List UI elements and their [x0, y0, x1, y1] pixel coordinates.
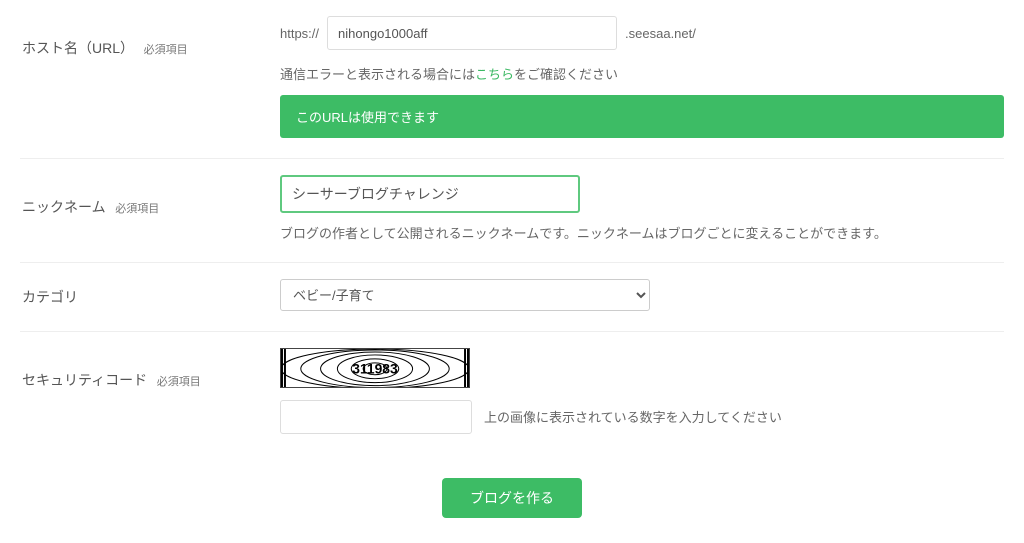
url-available-banner: このURLは使用できます — [280, 95, 1004, 138]
hostname-note: 通信エラーと表示される場合にはこちらをご確認ください — [280, 64, 1004, 83]
url-prefix: https:// — [280, 26, 319, 41]
captcha-image: 311983 — [280, 348, 470, 388]
hostname-input[interactable] — [327, 16, 617, 50]
required-badge: 必須項目 — [157, 376, 201, 388]
security-label: セキュリティコード 必須項目 — [20, 348, 280, 390]
nickname-input[interactable] — [280, 175, 580, 213]
svg-text:311983: 311983 — [352, 361, 398, 377]
security-code-input[interactable] — [280, 400, 472, 434]
required-badge: 必須項目 — [144, 44, 188, 56]
url-suffix: .seesaa.net/ — [625, 26, 696, 41]
nickname-help: ブログの作者として公開されるニックネームです。ニックネームはブログごとに変えるこ… — [280, 223, 1004, 242]
required-badge: 必須項目 — [115, 203, 159, 215]
hostname-label: ホスト名（URL） 必須項目 — [20, 16, 280, 58]
security-help: 上の画像に表示されている数字を入力してください — [484, 407, 782, 434]
create-blog-button[interactable]: ブログを作る — [442, 478, 582, 518]
hostname-help-link[interactable]: こちら — [475, 67, 514, 82]
nickname-label: ニックネーム 必須項目 — [20, 175, 280, 217]
category-label: カテゴリ — [20, 279, 280, 307]
category-select[interactable]: ベビー/子育て — [280, 279, 650, 311]
